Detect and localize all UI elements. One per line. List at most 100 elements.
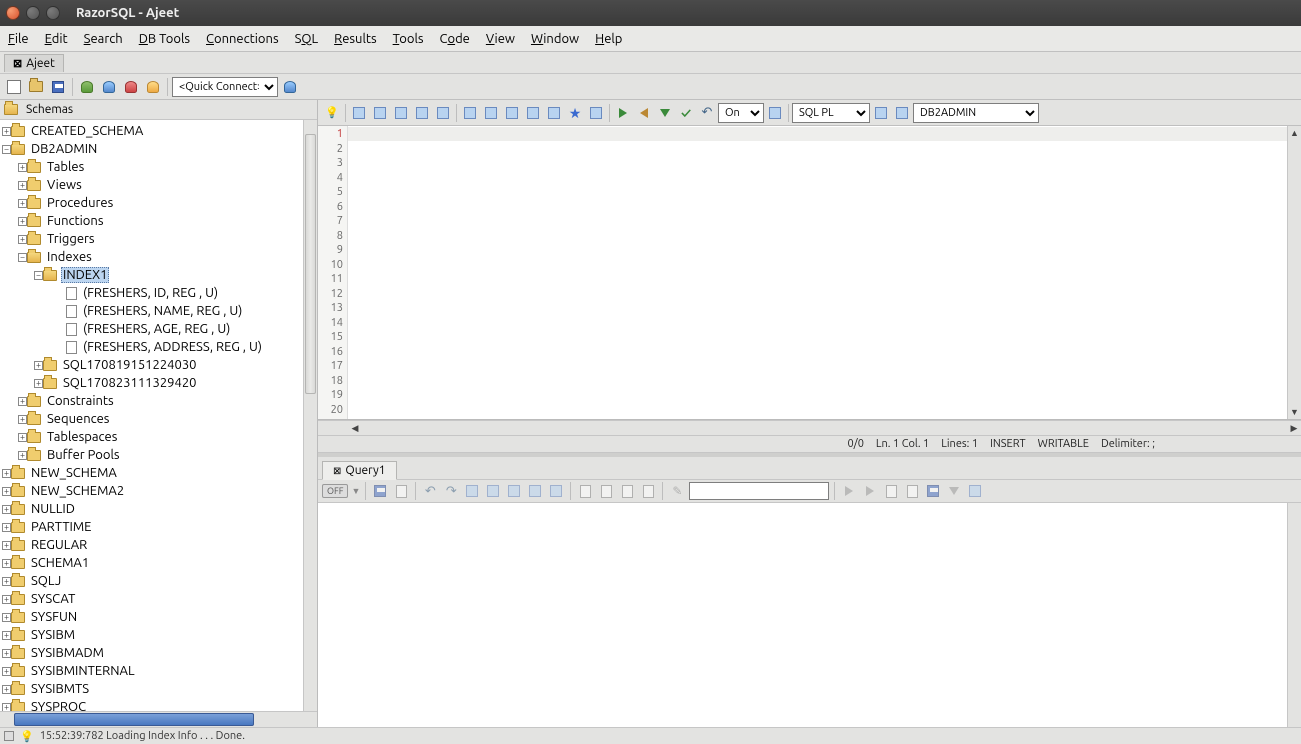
autocommit-select[interactable]: On — [718, 103, 764, 123]
connect-button[interactable] — [77, 77, 97, 97]
window-minimize-icon[interactable] — [26, 6, 40, 20]
tree-node[interactable]: +Functions — [0, 212, 317, 230]
results-tab[interactable]: ⊠ Query1 — [322, 461, 397, 480]
tree-leaf[interactable]: (FRESHERS, ADDRESS, REG , U) — [0, 338, 317, 356]
expand-icon[interactable]: + — [2, 487, 11, 496]
res-save-button[interactable] — [371, 482, 389, 500]
tb-btn-s2[interactable] — [892, 103, 912, 123]
scroll-up-icon[interactable]: ▲ — [1288, 126, 1301, 140]
tb-btn-2[interactable] — [370, 103, 390, 123]
new-file-button[interactable] — [4, 77, 24, 97]
quick-connect-go-button[interactable] — [280, 77, 300, 97]
menu-results[interactable]: Results — [334, 32, 376, 46]
expand-icon[interactable]: + — [2, 127, 11, 136]
quick-connect-select[interactable]: <Quick Connect> — [172, 77, 278, 97]
menu-dbtools[interactable]: DB Tools — [139, 32, 190, 46]
scroll-left-icon[interactable]: ◀ — [348, 423, 362, 434]
res-page-button[interactable] — [392, 482, 410, 500]
res-nav-3[interactable] — [882, 482, 900, 500]
tb-btn-6[interactable] — [460, 103, 480, 123]
tree-schema[interactable]: +SYSIBMINTERNAL — [0, 662, 317, 680]
res-btn-10[interactable] — [618, 482, 636, 500]
favorite-button[interactable]: ★ — [565, 103, 585, 123]
exec-button[interactable] — [613, 103, 633, 123]
tree-node[interactable]: +Procedures — [0, 194, 317, 212]
tree-schema[interactable]: +PARTTIME — [0, 518, 317, 536]
tree-schema[interactable]: +NULLID — [0, 500, 317, 518]
scroll-down-icon[interactable]: ▼ — [1288, 405, 1301, 419]
res-btn-5[interactable] — [505, 482, 523, 500]
close-tab-icon[interactable]: ⊠ — [333, 465, 341, 477]
collapse-icon[interactable]: − — [2, 145, 11, 154]
schema-select[interactable]: DB2ADMIN — [913, 103, 1039, 123]
res-wand-button[interactable]: ✎ — [668, 482, 686, 500]
expand-icon[interactable]: + — [18, 199, 27, 208]
expand-icon[interactable]: + — [2, 577, 11, 586]
results-vscrollbar[interactable] — [1287, 503, 1301, 727]
tree-schema[interactable]: +SYSIBMTS — [0, 680, 317, 698]
code-editor[interactable] — [348, 126, 1287, 419]
expand-icon[interactable]: + — [2, 595, 11, 604]
res-btn-2[interactable]: ↷ — [442, 482, 460, 500]
tb-btn-4[interactable] — [412, 103, 432, 123]
menu-file[interactable]: File — [8, 32, 29, 46]
tb-btn-7[interactable] — [481, 103, 501, 123]
res-btn-4[interactable] — [484, 482, 502, 500]
session-tab[interactable]: ⊠ Ajeet — [4, 54, 64, 72]
expand-icon[interactable]: + — [34, 361, 43, 370]
menu-code[interactable]: Code — [440, 32, 470, 46]
res-nav-1[interactable] — [840, 482, 858, 500]
tree-leaf[interactable]: (FRESHERS, AGE, REG , U) — [0, 320, 317, 338]
collapse-icon[interactable]: − — [18, 253, 27, 262]
tb-btn-sched[interactable] — [765, 103, 785, 123]
res-btn-3[interactable] — [463, 482, 481, 500]
tree-schema[interactable]: +SYSIBM — [0, 626, 317, 644]
menu-connections[interactable]: Connections — [206, 32, 279, 46]
expand-icon[interactable]: + — [18, 163, 27, 172]
expand-icon[interactable]: + — [18, 415, 27, 424]
expand-icon[interactable]: + — [2, 469, 11, 478]
tree-schema[interactable]: −DB2ADMIN — [0, 140, 317, 158]
res-nav-6[interactable] — [945, 482, 963, 500]
scrollbar-thumb[interactable] — [14, 713, 254, 726]
tree-schema[interactable]: +NEW_SCHEMA2 — [0, 482, 317, 500]
editor-vscrollbar[interactable]: ▲ ▼ — [1287, 126, 1301, 419]
menu-help[interactable]: Help — [595, 32, 622, 46]
tree-schema[interactable]: +CREATED_SCHEMA — [0, 122, 317, 140]
menu-search[interactable]: Search — [84, 32, 123, 46]
expand-icon[interactable]: + — [18, 235, 27, 244]
expand-icon[interactable]: + — [2, 613, 11, 622]
expand-icon[interactable]: + — [18, 181, 27, 190]
menu-tools[interactable]: Tools — [393, 32, 424, 46]
expand-icon[interactable]: + — [2, 505, 11, 514]
close-icon[interactable]: ⊠ — [13, 57, 22, 70]
expand-icon[interactable]: + — [18, 217, 27, 226]
tree-schema[interactable]: +REGULAR — [0, 536, 317, 554]
status-stop-icon[interactable] — [4, 731, 14, 741]
sidebar-hscrollbar[interactable] — [0, 711, 317, 727]
expand-icon[interactable]: + — [18, 451, 27, 460]
hint-button[interactable]: 💡 — [322, 103, 342, 123]
schema-tree[interactable]: +CREATED_SCHEMA−DB2ADMIN+Tables+Views+Pr… — [0, 120, 317, 711]
expand-icon[interactable]: + — [2, 523, 11, 532]
tb-btn-s1[interactable] — [871, 103, 891, 123]
expand-icon[interactable]: + — [34, 379, 43, 388]
tree-node[interactable]: +SQL170819151224030 — [0, 356, 317, 374]
tree-schema[interactable]: +SYSPROC — [0, 698, 317, 711]
off-toggle[interactable]: OFF — [322, 484, 348, 498]
tree-node[interactable]: +Tables — [0, 158, 317, 176]
tree-schema[interactable]: +NEW_SCHEMA — [0, 464, 317, 482]
expand-icon[interactable]: + — [18, 433, 27, 442]
expand-icon[interactable]: + — [2, 703, 11, 712]
quick-connect-button[interactable] — [99, 77, 119, 97]
rollback-button[interactable]: ↶ — [697, 103, 717, 123]
language-select[interactable]: SQL PL — [792, 103, 870, 123]
tb-btn-8[interactable] — [502, 103, 522, 123]
menu-window[interactable]: Window — [531, 32, 579, 46]
tree-node-selected[interactable]: −INDEX1 — [0, 266, 317, 284]
scroll-right-icon[interactable]: ▶ — [1287, 423, 1301, 434]
menu-sql[interactable]: SQL — [295, 32, 319, 46]
results-search-input[interactable] — [689, 482, 829, 500]
tree-node[interactable]: +Tablespaces — [0, 428, 317, 446]
res-nav-2[interactable] — [861, 482, 879, 500]
